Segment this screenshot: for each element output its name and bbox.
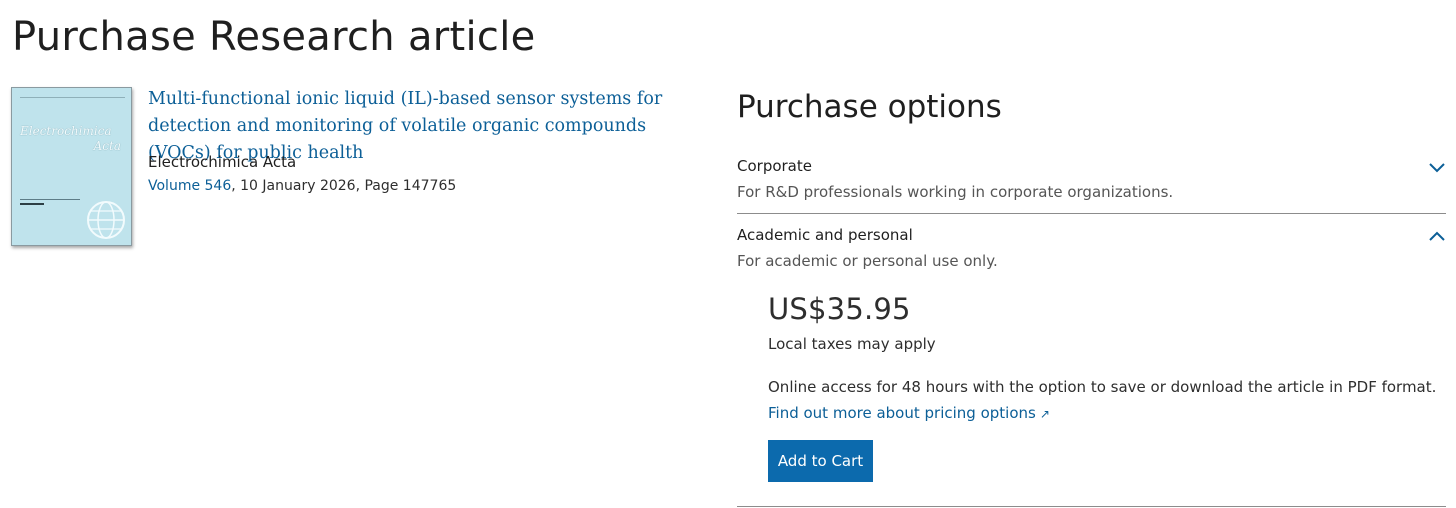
external-link-icon: ↗: [1039, 407, 1050, 421]
pricing-options-link[interactable]: Find out more about pricing options ↗: [768, 404, 1050, 422]
pricing-options-link-label: Find out more about pricing options: [768, 404, 1036, 422]
cover-journal-subtitle: Acta: [93, 139, 121, 153]
add-to-cart-button[interactable]: Add to Cart: [768, 440, 873, 482]
chevron-down-icon[interactable]: [1428, 161, 1446, 173]
cover-globe-logo: [87, 201, 125, 239]
purchase-options-heading: Purchase options: [737, 89, 1002, 125]
option-corporate-label: Corporate: [737, 157, 812, 175]
option-divider: [737, 213, 1446, 214]
access-text: Online access for 48 hours with the opti…: [768, 378, 1437, 396]
option-academic-label: Academic and personal: [737, 226, 913, 244]
access-description: Online access for 48 hours with the opti…: [768, 374, 1440, 427]
option-academic-personal[interactable]: Academic and personal For academic or pe…: [737, 226, 1446, 270]
cover-journal-title: Electrochimica: [20, 124, 112, 138]
page-title: Purchase Research article: [12, 14, 536, 60]
journal-cover-image[interactable]: Electrochimica Acta: [11, 87, 132, 246]
journal-name: Electrochimica Acta: [148, 153, 297, 171]
cover-rule: [20, 199, 80, 200]
option-academic-description: For academic or personal use only.: [737, 252, 998, 270]
bottom-divider: [737, 506, 1446, 507]
tax-note: Local taxes may apply: [768, 335, 936, 353]
volume-info: Volume 546, 10 January 2026, Page 147765: [148, 178, 456, 194]
option-corporate-description: For R&D professionals working in corpora…: [737, 183, 1174, 201]
price: US$35.95: [768, 292, 911, 326]
volume-link[interactable]: Volume 546: [148, 178, 231, 194]
option-corporate[interactable]: Corporate For R&D professionals working …: [737, 157, 1446, 201]
cover-header-rule: [20, 94, 125, 98]
cover-publisher-mark: [20, 203, 44, 205]
issue-date-page: , 10 January 2026, Page 147765: [231, 178, 457, 194]
chevron-up-icon[interactable]: [1428, 230, 1446, 242]
